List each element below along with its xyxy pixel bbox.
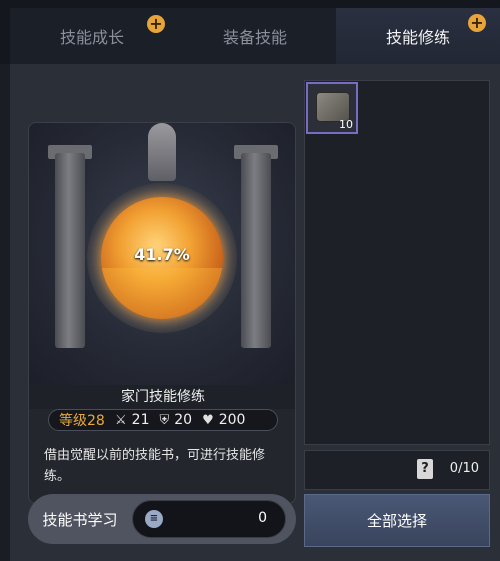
selection-count-row: ? 0/10: [304, 450, 490, 490]
hp-value: 200: [218, 412, 246, 428]
slot-count: 10: [339, 118, 353, 131]
learn-count-field: ≡ 0: [132, 500, 286, 538]
orb-fill: [101, 268, 223, 319]
main-panel: 41.7% 家门技能修练 等级28 ⚔ 21 ⛨ 20 ♥ 200 借由觉醒以前…: [10, 64, 500, 561]
learn-count-value: 0: [258, 510, 267, 526]
shield-icon: ⛨: [159, 412, 170, 428]
training-card: 41.7% 家门技能修练 等级28 ⚔ 21 ⛨ 20 ♥ 200 借由觉醒以前…: [28, 122, 296, 504]
selected-count: 0/10: [449, 461, 479, 476]
tab-bar: 技能成长 装备技能 技能修练 + +: [0, 0, 500, 64]
skill-book-slot[interactable]: 10: [306, 82, 358, 134]
skill-book-learn-button[interactable]: 技能书学习 ≡ 0: [28, 494, 296, 544]
book-stack-icon: ≡: [145, 510, 163, 528]
crossed-swords-icon: ⚔: [115, 412, 127, 428]
defense-stat: ⛨ 20: [159, 412, 192, 428]
progress-percent: 41.7%: [134, 245, 190, 264]
select-all-button[interactable]: 全部选择: [304, 494, 490, 547]
hp-stat: ♥ 200: [202, 412, 245, 428]
level-label: 等级28: [59, 413, 105, 429]
skill-book-learn-label: 技能书学习: [42, 510, 118, 529]
plus-icon: +: [468, 14, 486, 32]
tab-equip-skill[interactable]: 装备技能: [174, 8, 336, 64]
inventory-grid: 10: [304, 80, 490, 445]
question-book-icon[interactable]: ?: [417, 459, 433, 479]
training-description: 借由觉醒以前的技能书，可进行技能修练。: [44, 448, 266, 484]
heart-icon: ♥: [202, 412, 214, 428]
pillar-left: [55, 153, 85, 348]
training-title: 家门技能修练: [29, 385, 295, 409]
plus-icon: +: [147, 15, 165, 33]
progress-orb: 41.7%: [101, 197, 223, 319]
stats-bar: 等级28 ⚔ 21 ⛨ 20 ♥ 200: [48, 409, 278, 431]
attack-value: 21: [131, 412, 150, 428]
hooded-statue: [148, 123, 176, 181]
defense-value: 20: [174, 412, 193, 428]
pillar-right: [241, 153, 271, 348]
attack-stat: ⚔ 21: [115, 412, 149, 428]
training-scene: 41.7%: [29, 123, 295, 385]
